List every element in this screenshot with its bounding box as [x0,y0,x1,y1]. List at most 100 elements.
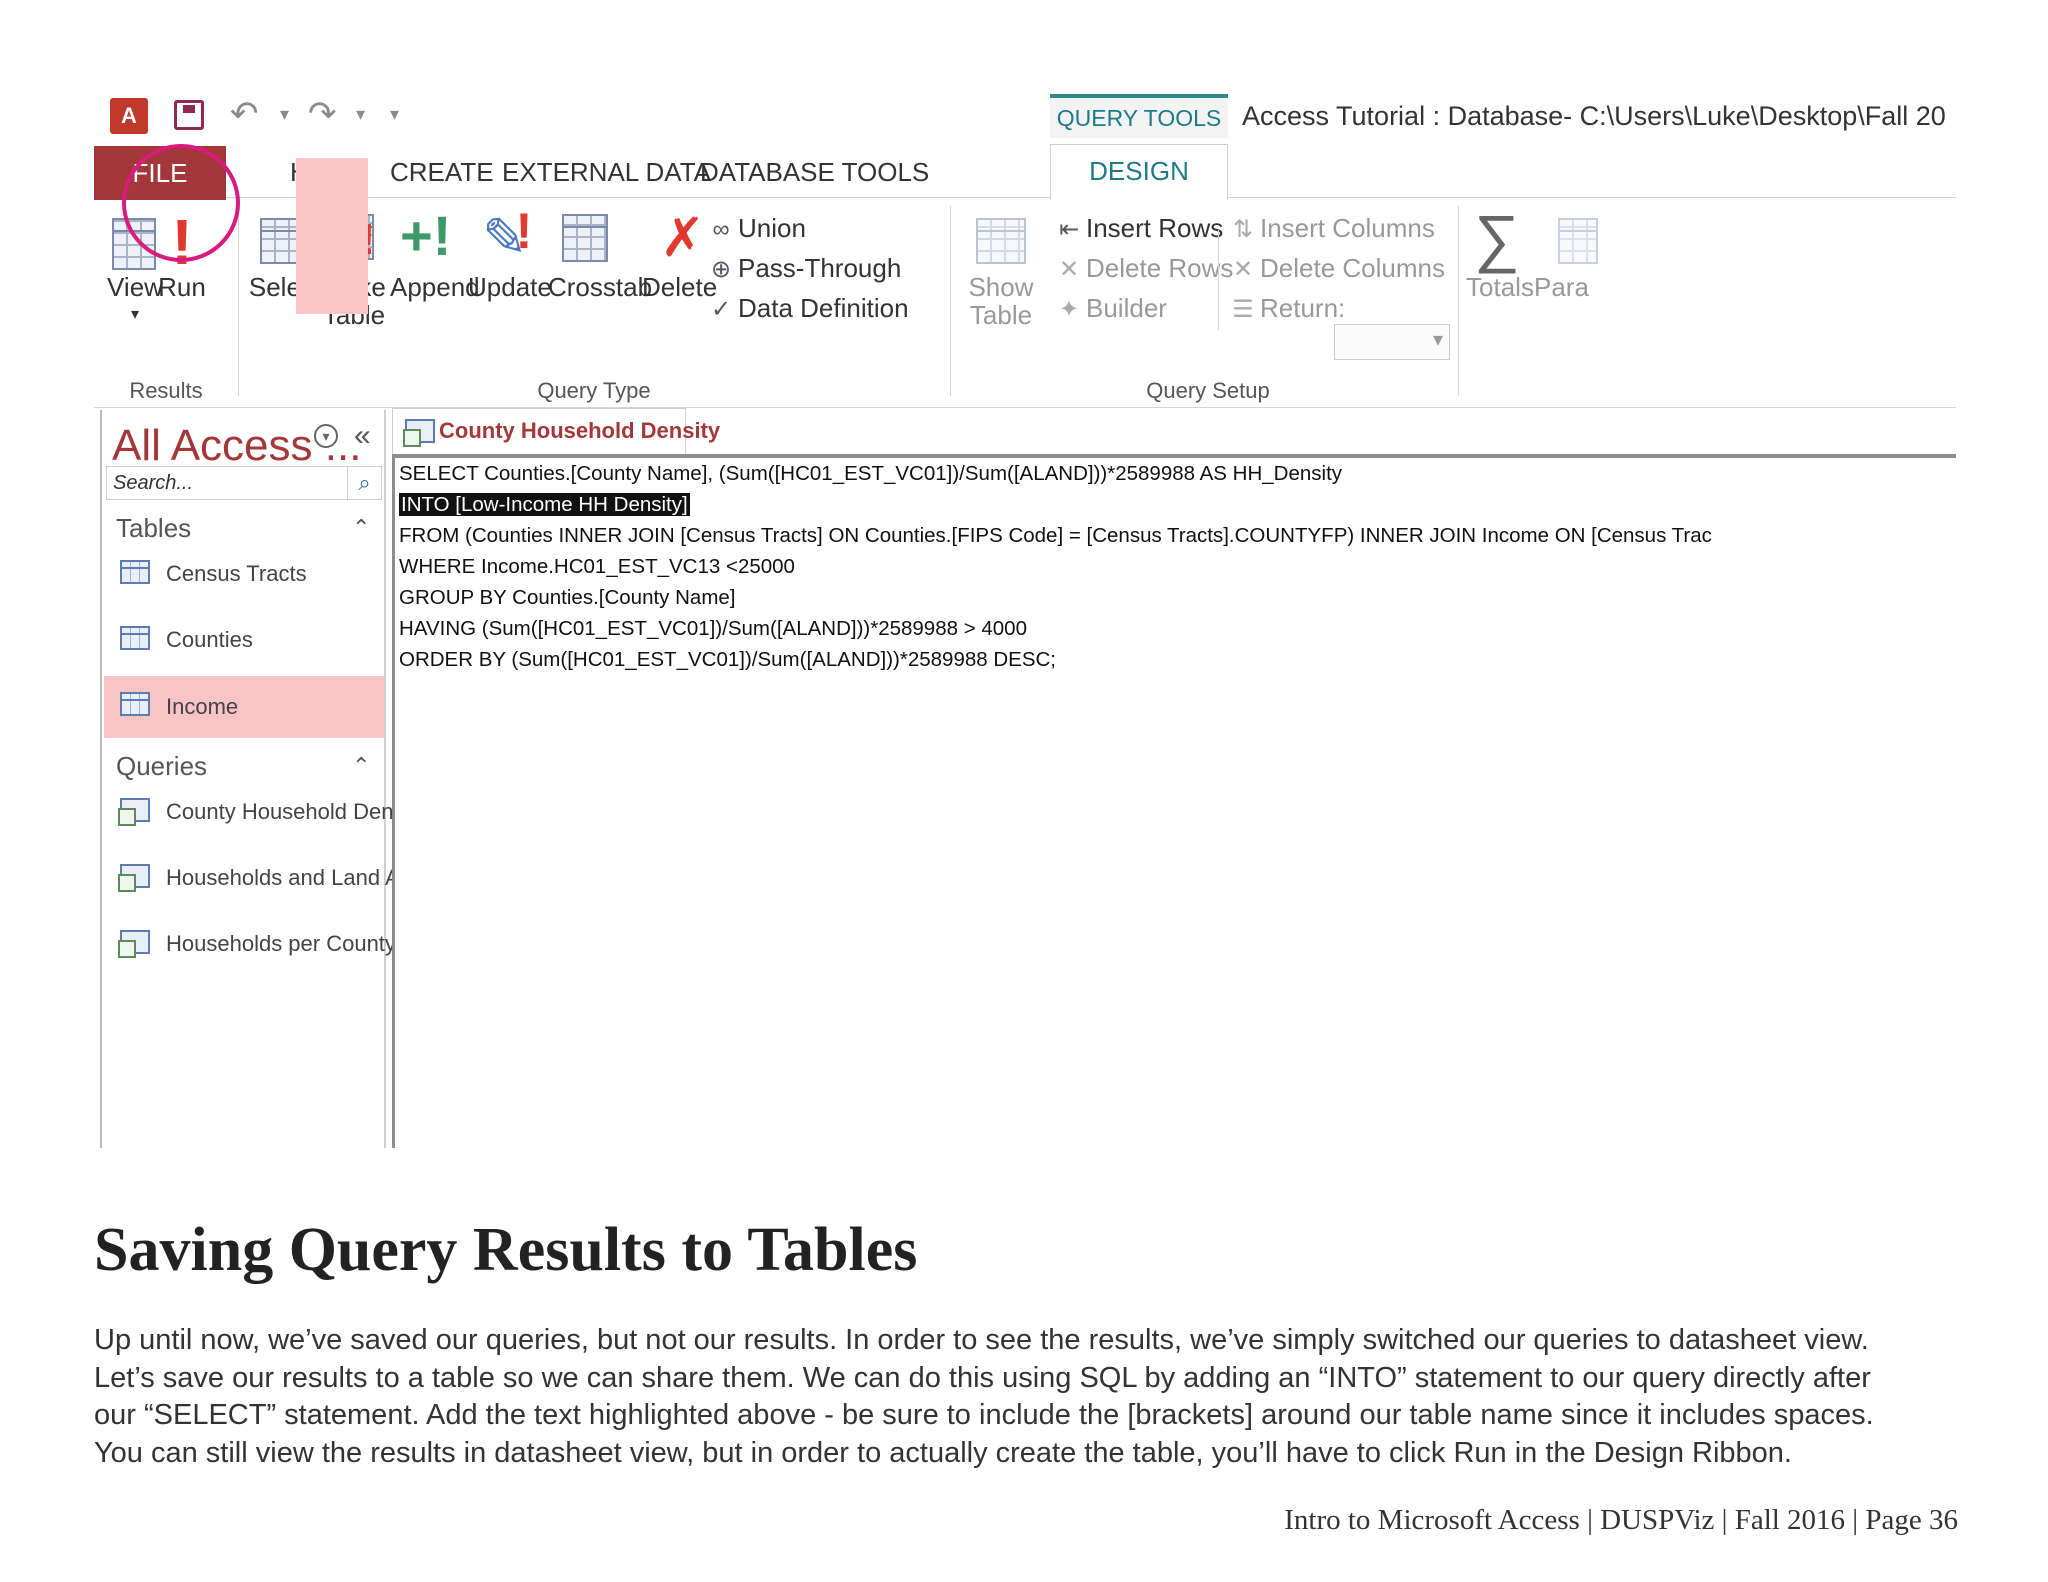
save-icon[interactable] [174,100,204,130]
insert-rows-icon: ⇤ [1058,216,1080,243]
nav-filter-dropdown-icon[interactable]: ▾ [314,424,338,448]
ribbon-group-divider [1458,206,1459,396]
paragraph-line: Up until now, we’ve saved our queries, b… [94,1324,1869,1356]
crosstab-query-button[interactable]: Crosstab [548,270,652,304]
totals-sigma-icon: ∑ [1474,202,1520,274]
append-query-icon: +! [400,204,452,267]
delete-columns-icon: ✕ [1232,256,1254,283]
update-query-button[interactable]: Update [468,270,552,304]
view-dropdown-icon[interactable]: ▾ [120,298,150,332]
run-button[interactable]: Run [152,270,212,304]
nav-item-income[interactable]: Income [104,676,384,738]
table-icon [120,560,150,584]
crosstab-query-icon [562,214,608,262]
query-document-tab[interactable]: County Household Density [392,408,720,454]
nav-item-census-tracts[interactable]: Census Tracts [104,550,384,598]
tab-external-data[interactable]: EXTERNAL DATA [502,146,711,198]
delete-columns-button[interactable]: ✕ Delete Columns [1226,250,1445,288]
queries-collapse-icon[interactable]: ⌃ [352,748,370,784]
insert-columns-button[interactable]: ⇅ Insert Columns [1226,210,1435,248]
nav-item-households-per-county[interactable]: Households per County [104,920,396,968]
insert-rows-button[interactable]: ⇤ Insert Rows [1052,210,1223,248]
undo-dropdown-icon[interactable]: ▾ [280,96,289,132]
show-table-label-line2[interactable]: Table [964,298,1038,332]
sql-line: FROM (Counties INNER JOIN [Census Tracts… [399,524,1712,547]
make-table-highlight [296,158,368,314]
undo-icon[interactable]: ↶ [230,96,259,132]
nav-item-county-household-density[interactable]: County Household Dens... [104,788,423,836]
customize-toolbar-icon[interactable]: ▾ [390,96,399,132]
tables-collapse-icon[interactable]: ⌃ [352,510,370,546]
ribbon-group-divider [238,206,239,396]
sql-line: WHERE Income.HC01_EST_VC13 <25000 [399,555,795,578]
queries-section-header[interactable]: Queries [116,748,207,784]
builder-button[interactable]: ✦ Builder [1052,290,1167,328]
paragraph-line: our “SELECT” statement. Add the text hig… [94,1399,1874,1431]
update-bang-icon: ! [515,203,533,259]
show-table-icon [976,218,1026,264]
parameters-icon [1558,218,1598,264]
ribbon: View ▾ ! Run Results Select ! Make Table… [94,200,1956,408]
navigation-pane: All Access ... ▾ « Search... ⌕ Tables ⌃ … [100,410,423,1148]
results-group-label: Results [129,378,203,403]
query-type-group-label: Query Type [537,378,651,403]
parameters-button[interactable]: Para [1534,270,1594,304]
builder-wand-icon: ✦ [1058,296,1080,323]
paragraph-line: You can still view the results in datash… [94,1436,1792,1469]
sql-editor[interactable]: SELECT Counties.[County Name], (Sum([HC0… [392,454,1956,1148]
return-dropdown[interactable] [1334,324,1450,360]
query-icon [118,864,150,892]
insert-columns-icon: ⇅ [1232,216,1254,243]
query-icon [118,798,150,826]
union-icon: ∞ [712,216,730,243]
tables-section-header[interactable]: Tables [116,510,191,546]
sql-into-highlight: INTO [Low-Income HH Density] [399,493,690,516]
tab-create[interactable]: CREATE [390,146,494,198]
paragraph-line: Let’s save our results to a table so we … [94,1361,1871,1394]
delete-rows-button[interactable]: ✕ Delete Rows [1052,250,1233,288]
sql-line: ORDER BY (Sum([HC01_EST_VC01])/Sum([ALAN… [399,648,1056,671]
nav-item-households-and-land[interactable]: Households and Land A... [104,854,418,902]
delete-rows-icon: ✕ [1058,256,1080,283]
ribbon-group-divider [950,206,951,396]
return-label: ☰ Return: [1226,290,1345,328]
tab-design[interactable]: DESIGN [1050,144,1228,200]
query-document-tab-title: County Household Density [439,418,721,443]
data-definition-button[interactable]: ✓ Data Definition [704,290,909,328]
union-query-button[interactable]: ∞ Union [704,210,806,248]
table-icon [120,692,150,716]
append-query-button[interactable]: Append [390,270,480,304]
section-heading: Saving Query Results to Tables [94,1216,918,1284]
query-icon [403,419,435,447]
query-icon [118,930,150,958]
query-setup-group-label: Query Setup [1146,378,1270,403]
sql-line-highlighted: INTO [Low-Income HH Density] [399,489,690,520]
body-paragraph: Up until now, we’ve saved our queries, b… [94,1322,1994,1472]
search-field[interactable]: Search... ⌕ [106,466,382,500]
access-screenshot: A ↶ ▾ ↷ ▾ ▾ QUERY TOOLS Access Tutorial … [94,88,1956,1148]
page-footer: Intro to Microsoft Access | DUSPViz | Fa… [1284,1504,1958,1536]
delete-query-icon: ✗ [660,208,706,268]
sql-line: HAVING (Sum([HC01_EST_VC01])/Sum([ALAND]… [399,617,1027,640]
tab-database-tools[interactable]: DATABASE TOOLS [700,146,929,198]
search-icon[interactable]: ⌕ [347,467,381,499]
run-annotation-circle [122,144,240,262]
data-definition-icon: ✓ [710,296,732,323]
ribbon-subgroup-divider [1218,230,1219,330]
table-icon [120,626,150,650]
collapse-pane-icon[interactable]: « [354,418,371,454]
totals-button[interactable]: Totals [1464,270,1536,304]
return-icon: ☰ [1232,296,1254,323]
sql-line: SELECT Counties.[County Name], (Sum([HC0… [399,462,1343,485]
redo-icon[interactable]: ↷ [308,96,337,132]
window-title: Access Tutorial : Database- C:\Users\Luk… [1242,101,1946,131]
access-app-icon[interactable]: A [110,98,148,134]
sql-line: GROUP BY Counties.[County Name] [399,586,736,609]
globe-icon: ⊕ [710,256,732,283]
pass-through-button[interactable]: ⊕ Pass-Through [704,250,901,288]
search-input[interactable]: Search... [113,467,193,499]
query-tools-context-tab: QUERY TOOLS [1050,94,1228,138]
ribbon-tab-bar [94,146,1956,198]
redo-dropdown-icon[interactable]: ▾ [356,96,365,132]
nav-item-counties[interactable]: Counties [104,616,384,664]
